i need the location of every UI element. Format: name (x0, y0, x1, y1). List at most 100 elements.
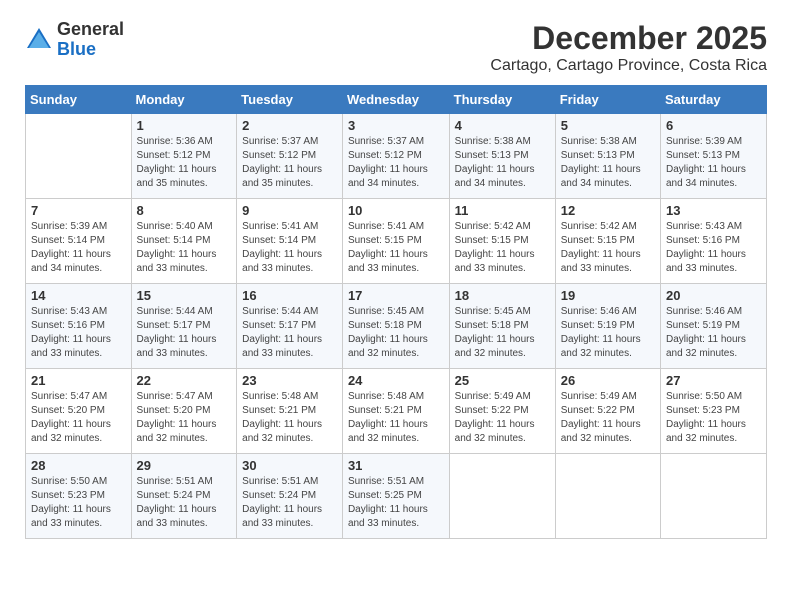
calendar-week-row: 14 Sunrise: 5:43 AM Sunset: 5:16 PM Dayli… (26, 284, 767, 369)
day-info: Sunrise: 5:48 AM Sunset: 5:21 PM Dayligh… (348, 390, 444, 446)
calendar-day-cell: 10 Sunrise: 5:41 AM Sunset: 5:15 PM Dayli… (342, 199, 449, 284)
calendar-week-row: 1 Sunrise: 5:36 AM Sunset: 5:12 PM Daylig… (26, 114, 767, 199)
logo-blue: Blue (57, 39, 96, 59)
day-number: 18 (455, 288, 550, 303)
day-info: Sunrise: 5:44 AM Sunset: 5:17 PM Dayligh… (137, 305, 232, 361)
day-info: Sunrise: 5:49 AM Sunset: 5:22 PM Dayligh… (561, 390, 655, 446)
calendar-day-cell: 17 Sunrise: 5:45 AM Sunset: 5:18 PM Dayli… (342, 284, 449, 369)
calendar-day-cell: 20 Sunrise: 5:46 AM Sunset: 5:19 PM Dayli… (660, 284, 766, 369)
day-number: 13 (666, 203, 761, 218)
calendar-day-cell: 19 Sunrise: 5:46 AM Sunset: 5:19 PM Dayli… (555, 284, 660, 369)
calendar-day-cell: 6 Sunrise: 5:39 AM Sunset: 5:13 PM Daylig… (660, 114, 766, 199)
page-header: General Blue December 2025 Cartago, Cart… (25, 20, 767, 75)
title-area: December 2025 Cartago, Cartago Province,… (490, 20, 767, 75)
day-number: 14 (31, 288, 126, 303)
calendar-day-cell: 4Sunrise: 5:38 AM Sunset: 5:13 PM Daylig… (449, 114, 555, 199)
day-number: 16 (242, 288, 337, 303)
day-info: Sunrise: 5:42 AM Sunset: 5:15 PM Dayligh… (561, 220, 655, 276)
day-info: Sunrise: 5:39 AM Sunset: 5:13 PM Dayligh… (666, 135, 761, 191)
calendar-day-cell (555, 454, 660, 539)
day-info: Sunrise: 5:46 AM Sunset: 5:19 PM Dayligh… (666, 305, 761, 361)
day-info: Sunrise: 5:36 AM Sunset: 5:12 PM Dayligh… (137, 135, 232, 191)
calendar-week-row: 28Sunrise: 5:50 AM Sunset: 5:23 PM Dayli… (26, 454, 767, 539)
calendar-day-cell: 1 Sunrise: 5:36 AM Sunset: 5:12 PM Daylig… (131, 114, 237, 199)
month-title: December 2025 (490, 20, 767, 57)
day-info: Sunrise: 5:46 AM Sunset: 5:19 PM Dayligh… (561, 305, 655, 361)
day-info: Sunrise: 5:51 AM Sunset: 5:24 PM Dayligh… (137, 475, 232, 531)
calendar-day-cell (660, 454, 766, 539)
day-number: 20 (666, 288, 761, 303)
calendar-day-cell: 7Sunrise: 5:39 AM Sunset: 5:14 PM Daylig… (26, 199, 132, 284)
day-number: 1 (137, 118, 232, 133)
day-number: 6 (666, 118, 761, 133)
day-number: 23 (242, 373, 337, 388)
calendar-day-cell: 8Sunrise: 5:40 AM Sunset: 5:14 PM Daylig… (131, 199, 237, 284)
day-number: 27 (666, 373, 761, 388)
day-number: 15 (137, 288, 232, 303)
calendar-day-cell: 31 Sunrise: 5:51 AM Sunset: 5:25 PM Dayli… (342, 454, 449, 539)
calendar-day-header: Tuesday (237, 86, 343, 114)
calendar-day-cell: 22 Sunrise: 5:47 AM Sunset: 5:20 PM Dayli… (131, 369, 237, 454)
day-number: 12 (561, 203, 655, 218)
calendar-day-cell: 18 Sunrise: 5:45 AM Sunset: 5:18 PM Dayli… (449, 284, 555, 369)
calendar-day-cell: 24Sunrise: 5:48 AM Sunset: 5:21 PM Dayli… (342, 369, 449, 454)
day-number: 22 (137, 373, 232, 388)
day-info: Sunrise: 5:50 AM Sunset: 5:23 PM Dayligh… (666, 390, 761, 446)
day-number: 11 (455, 203, 550, 218)
day-number: 7 (31, 203, 126, 218)
calendar-day-cell: 23 Sunrise: 5:48 AM Sunset: 5:21 PM Dayli… (237, 369, 343, 454)
calendar-table: SundayMondayTuesdayWednesdayThursdayFrid… (25, 85, 767, 539)
day-info: Sunrise: 5:47 AM Sunset: 5:20 PM Dayligh… (31, 390, 126, 446)
location-title: Cartago, Cartago Province, Costa Rica (490, 57, 767, 75)
day-info: Sunrise: 5:37 AM Sunset: 5:12 PM Dayligh… (348, 135, 444, 191)
calendar-day-header: Saturday (660, 86, 766, 114)
calendar-day-header: Monday (131, 86, 237, 114)
calendar-day-cell: 5Sunrise: 5:38 AM Sunset: 5:13 PM Daylig… (555, 114, 660, 199)
day-number: 31 (348, 458, 444, 473)
calendar-day-cell: 9Sunrise: 5:41 AM Sunset: 5:14 PM Daylig… (237, 199, 343, 284)
calendar-day-cell: 25Sunrise: 5:49 AM Sunset: 5:22 PM Dayli… (449, 369, 555, 454)
day-info: Sunrise: 5:50 AM Sunset: 5:23 PM Dayligh… (31, 475, 126, 531)
logo: General Blue (25, 20, 124, 60)
day-info: Sunrise: 5:42 AM Sunset: 5:15 PM Dayligh… (455, 220, 550, 276)
day-number: 26 (561, 373, 655, 388)
calendar-day-cell: 28Sunrise: 5:50 AM Sunset: 5:23 PM Dayli… (26, 454, 132, 539)
calendar-day-header: Sunday (26, 86, 132, 114)
day-info: Sunrise: 5:38 AM Sunset: 5:13 PM Dayligh… (561, 135, 655, 191)
calendar-day-cell: 30 Sunrise: 5:51 AM Sunset: 5:24 PM Dayli… (237, 454, 343, 539)
calendar-day-cell: 13 Sunrise: 5:43 AM Sunset: 5:16 PM Dayli… (660, 199, 766, 284)
day-info: Sunrise: 5:51 AM Sunset: 5:24 PM Dayligh… (242, 475, 337, 531)
calendar-day-cell: 26 Sunrise: 5:49 AM Sunset: 5:22 PM Dayli… (555, 369, 660, 454)
day-info: Sunrise: 5:45 AM Sunset: 5:18 PM Dayligh… (348, 305, 444, 361)
day-info: Sunrise: 5:43 AM Sunset: 5:16 PM Dayligh… (666, 220, 761, 276)
calendar-day-cell (26, 114, 132, 199)
day-number: 19 (561, 288, 655, 303)
day-info: Sunrise: 5:51 AM Sunset: 5:25 PM Dayligh… (348, 475, 444, 531)
day-number: 30 (242, 458, 337, 473)
calendar-day-cell: 14 Sunrise: 5:43 AM Sunset: 5:16 PM Dayli… (26, 284, 132, 369)
calendar-day-cell: 2Sunrise: 5:37 AM Sunset: 5:12 PM Daylig… (237, 114, 343, 199)
day-info: Sunrise: 5:45 AM Sunset: 5:18 PM Dayligh… (455, 305, 550, 361)
calendar-day-cell: 15 Sunrise: 5:44 AM Sunset: 5:17 PM Dayli… (131, 284, 237, 369)
day-info: Sunrise: 5:47 AM Sunset: 5:20 PM Dayligh… (137, 390, 232, 446)
day-number: 25 (455, 373, 550, 388)
day-number: 17 (348, 288, 444, 303)
calendar-day-cell: 21 Sunrise: 5:47 AM Sunset: 5:20 PM Dayli… (26, 369, 132, 454)
day-number: 10 (348, 203, 444, 218)
calendar-day-cell: 27 Sunrise: 5:50 AM Sunset: 5:23 PM Dayli… (660, 369, 766, 454)
day-number: 4 (455, 118, 550, 133)
day-info: Sunrise: 5:48 AM Sunset: 5:21 PM Dayligh… (242, 390, 337, 446)
day-number: 21 (31, 373, 126, 388)
calendar-week-row: 7Sunrise: 5:39 AM Sunset: 5:14 PM Daylig… (26, 199, 767, 284)
logo-general: General (57, 19, 124, 39)
day-info: Sunrise: 5:41 AM Sunset: 5:14 PM Dayligh… (242, 220, 337, 276)
day-info: Sunrise: 5:40 AM Sunset: 5:14 PM Dayligh… (137, 220, 232, 276)
calendar-day-header: Wednesday (342, 86, 449, 114)
calendar-day-cell: 3Sunrise: 5:37 AM Sunset: 5:12 PM Daylig… (342, 114, 449, 199)
calendar-day-cell (449, 454, 555, 539)
calendar-day-cell: 29Sunrise: 5:51 AM Sunset: 5:24 PM Dayli… (131, 454, 237, 539)
day-info: Sunrise: 5:44 AM Sunset: 5:17 PM Dayligh… (242, 305, 337, 361)
day-info: Sunrise: 5:41 AM Sunset: 5:15 PM Dayligh… (348, 220, 444, 276)
logo-text: General Blue (57, 20, 124, 60)
day-info: Sunrise: 5:43 AM Sunset: 5:16 PM Dayligh… (31, 305, 126, 361)
